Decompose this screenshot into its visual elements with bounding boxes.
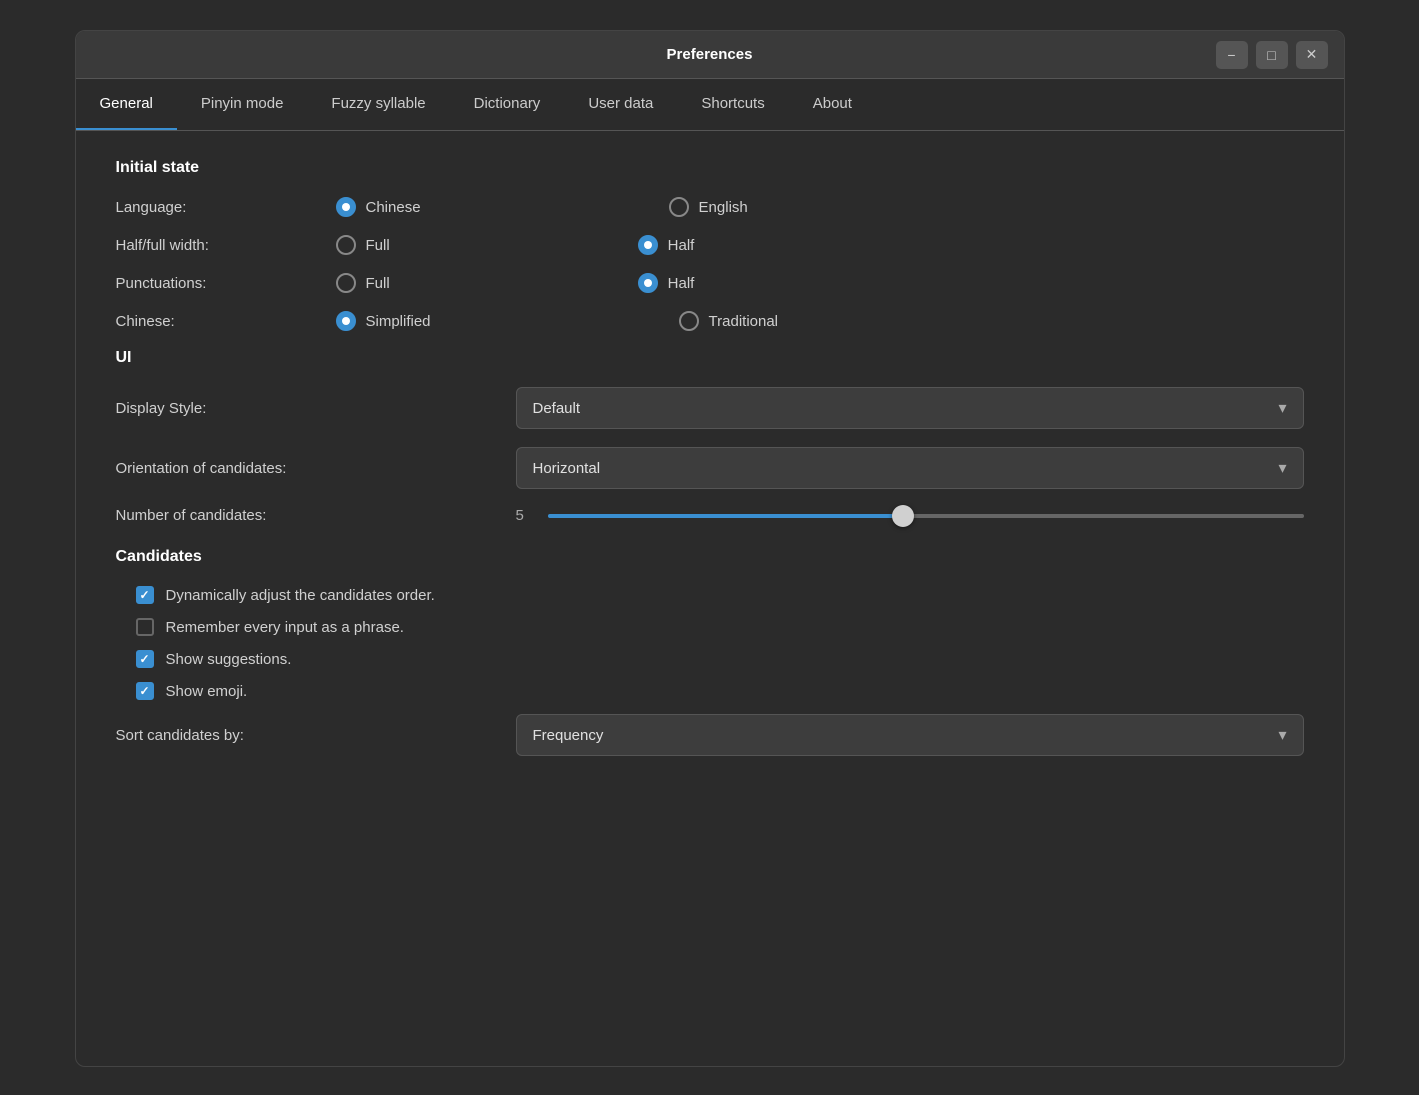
language-chinese-option[interactable]: Chinese [336, 197, 421, 217]
halffull-half-radio[interactable] [638, 235, 658, 255]
punctuations-half-label: Half [668, 275, 695, 292]
initial-state-title: Initial state [116, 159, 1304, 177]
tab-about[interactable]: About [789, 79, 876, 130]
language-english-radio[interactable] [669, 197, 689, 217]
window-title: Preferences [667, 46, 753, 63]
halffull-options: Full Half [336, 235, 1304, 255]
halffull-label: Half/full width: [116, 237, 336, 254]
close-button[interactable]: ✕ [1296, 41, 1328, 69]
dropdown-arrow-icon: ▾ [1278, 398, 1286, 418]
orientation-value: Horizontal [533, 460, 601, 477]
punctuations-label: Punctuations: [116, 275, 336, 292]
display-style-value: Default [533, 400, 581, 417]
content-area: Initial state Language: Chinese English [76, 131, 1344, 1066]
sort-by-row: Sort candidates by: Frequency ▾ [116, 714, 1304, 756]
num-candidates-label: Number of candidates: [116, 507, 516, 524]
language-row: Language: Chinese English [116, 197, 1304, 217]
checkbox-show-emoji-label: Show emoji. [166, 683, 248, 700]
orientation-arrow-icon: ▾ [1278, 458, 1286, 478]
sort-by-label: Sort candidates by: [116, 727, 516, 744]
language-chinese-label: Chinese [366, 199, 421, 216]
checkbox-show-emoji[interactable] [136, 682, 154, 700]
sort-by-arrow-icon: ▾ [1278, 725, 1286, 745]
punctuations-full-radio[interactable] [336, 273, 356, 293]
candidates-slider-track[interactable] [548, 514, 1304, 518]
sort-by-dropdown[interactable]: Frequency ▾ [516, 714, 1304, 756]
language-english-option[interactable]: English [669, 197, 748, 217]
halffull-half-label: Half [668, 237, 695, 254]
language-options: Chinese English [336, 197, 1304, 217]
punctuations-half-option[interactable]: Half [638, 273, 695, 293]
num-candidates-slider-container: 5 [516, 507, 1304, 524]
minimize-button[interactable]: − [1216, 41, 1248, 69]
candidates-title: Candidates [116, 548, 1304, 566]
preferences-window: Preferences − □ ✕ General Pinyin mode Fu… [75, 30, 1345, 1067]
punctuations-full-label: Full [366, 275, 390, 292]
checkbox-row-2: Show suggestions. [136, 650, 1304, 668]
checkbox-row-3: Show emoji. [136, 682, 1304, 700]
halffull-full-option[interactable]: Full [336, 235, 390, 255]
checkbox-remember-phrase-label: Remember every input as a phrase. [166, 619, 404, 636]
ui-section: UI Display Style: Default ▾ Orientation … [116, 349, 1304, 524]
chinese-traditional-radio[interactable] [679, 311, 699, 331]
display-style-label: Display Style: [116, 400, 516, 417]
language-english-label: English [699, 199, 748, 216]
num-candidates-row: Number of candidates: 5 [116, 507, 1304, 524]
halffull-full-radio[interactable] [336, 235, 356, 255]
tab-general[interactable]: General [76, 79, 177, 130]
halffull-row: Half/full width: Full Half [116, 235, 1304, 255]
tab-dictionary[interactable]: Dictionary [450, 79, 565, 130]
chinese-simplified-option[interactable]: Simplified [336, 311, 431, 331]
chinese-traditional-label: Traditional [709, 313, 778, 330]
tab-shortcuts[interactable]: Shortcuts [677, 79, 788, 130]
halffull-half-option[interactable]: Half [638, 235, 695, 255]
tab-bar: General Pinyin mode Fuzzy syllable Dicti… [76, 79, 1344, 131]
display-style-row: Display Style: Default ▾ [116, 387, 1304, 429]
orientation-row: Orientation of candidates: Horizontal ▾ [116, 447, 1304, 489]
ui-section-title: UI [116, 349, 1304, 367]
punctuations-half-radio[interactable] [638, 273, 658, 293]
chinese-label: Chinese: [116, 313, 336, 330]
checkbox-dynamic-order[interactable] [136, 586, 154, 604]
tab-pinyin[interactable]: Pinyin mode [177, 79, 308, 130]
titlebar-buttons: − □ ✕ [1216, 41, 1328, 69]
punctuations-row: Punctuations: Full Half [116, 273, 1304, 293]
punctuations-full-option[interactable]: Full [336, 273, 390, 293]
punctuations-options: Full Half [336, 273, 1304, 293]
checkbox-remember-phrase[interactable] [136, 618, 154, 636]
chinese-simplified-radio[interactable] [336, 311, 356, 331]
checkbox-row-1: Remember every input as a phrase. [136, 618, 1304, 636]
chinese-row: Chinese: Simplified Traditional [116, 311, 1304, 331]
orientation-label: Orientation of candidates: [116, 460, 516, 477]
checkbox-show-suggestions-label: Show suggestions. [166, 651, 292, 668]
candidates-section: Candidates Dynamically adjust the candid… [116, 548, 1304, 756]
checkbox-dynamic-order-label: Dynamically adjust the candidates order. [166, 587, 435, 604]
candidates-slider-thumb[interactable] [892, 505, 914, 527]
titlebar: Preferences − □ ✕ [76, 31, 1344, 79]
initial-state-section: Initial state Language: Chinese English [116, 159, 1304, 331]
checkbox-row-0: Dynamically adjust the candidates order. [136, 586, 1304, 604]
maximize-button[interactable]: □ [1256, 41, 1288, 69]
chinese-options: Simplified Traditional [336, 311, 1304, 331]
sort-by-value: Frequency [533, 727, 604, 744]
language-chinese-radio[interactable] [336, 197, 356, 217]
chinese-traditional-option[interactable]: Traditional [679, 311, 778, 331]
num-candidates-value: 5 [516, 507, 532, 524]
chinese-simplified-label: Simplified [366, 313, 431, 330]
halffull-full-label: Full [366, 237, 390, 254]
tab-userdata[interactable]: User data [564, 79, 677, 130]
orientation-dropdown[interactable]: Horizontal ▾ [516, 447, 1304, 489]
tab-fuzzy[interactable]: Fuzzy syllable [307, 79, 449, 130]
language-label: Language: [116, 199, 336, 216]
checkbox-show-suggestions[interactable] [136, 650, 154, 668]
display-style-dropdown[interactable]: Default ▾ [516, 387, 1304, 429]
